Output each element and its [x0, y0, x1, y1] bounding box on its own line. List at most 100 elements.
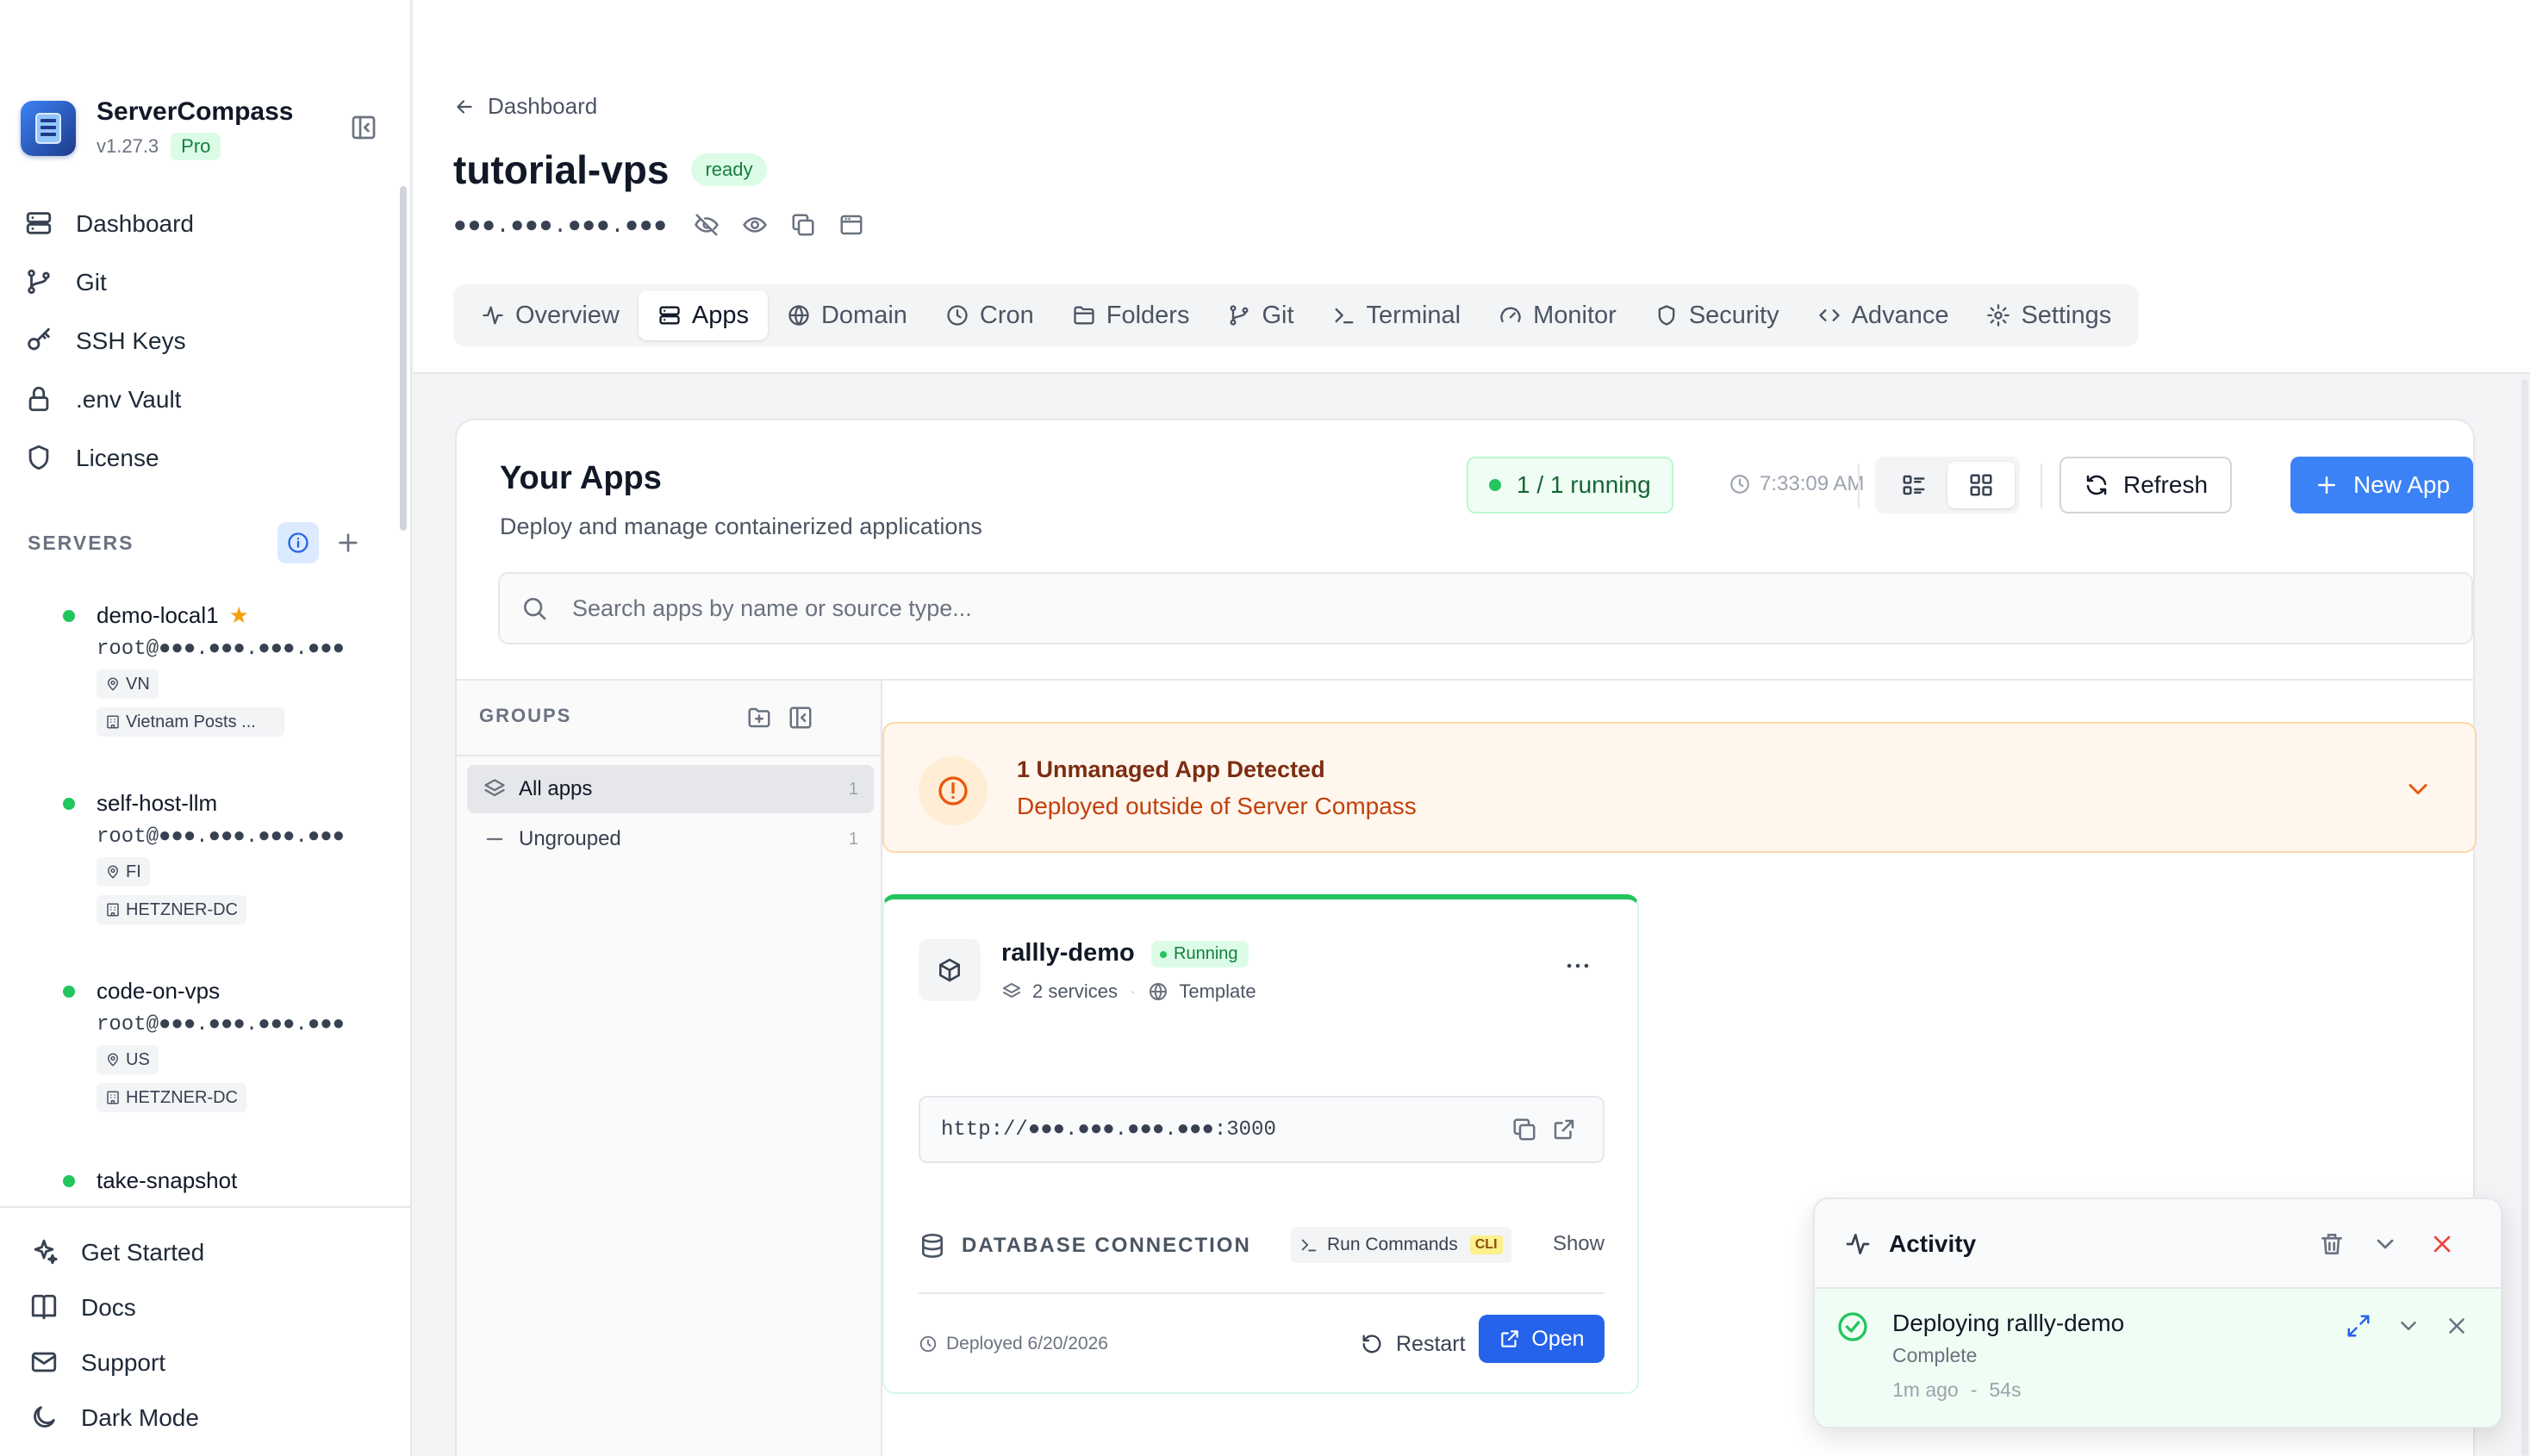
provider-chip: Vietnam Posts ...: [97, 707, 284, 737]
server-item-self-host-llm[interactable]: self-host-llm root@●●●.●●●.●●●.●●● FI HE…: [63, 787, 376, 924]
trash-icon[interactable]: [2318, 1230, 2346, 1258]
nav-item-license[interactable]: License: [24, 429, 194, 488]
tab-git[interactable]: Git: [1208, 290, 1312, 340]
server-item-demo-local1[interactable]: demo-local1 ★ root@●●●.●●●.●●●.●●● VN Vie…: [63, 600, 376, 737]
nav-item-get-started[interactable]: Get Started: [0, 1225, 412, 1280]
server-item-take-snapshot[interactable]: take-snapshot: [63, 1165, 376, 1196]
expand-icon[interactable]: [2346, 1313, 2371, 1339]
brand-name: ServerCompass: [97, 97, 294, 126]
shield-icon: [1654, 303, 1679, 327]
divider: [2041, 464, 2042, 508]
star-icon[interactable]: ★: [229, 602, 249, 629]
search-input[interactable]: [572, 594, 2296, 622]
tab-monitor[interactable]: Monitor: [1480, 290, 1636, 340]
activity-icon: [481, 303, 505, 327]
info-icon[interactable]: [277, 522, 319, 563]
chevron-down-icon[interactable]: [2402, 774, 2433, 805]
building-icon: [105, 902, 121, 918]
app-meta: 2 services · Template: [1001, 980, 1256, 1003]
eye-off-icon[interactable]: [694, 212, 721, 240]
layers-icon: [483, 777, 507, 801]
sidebar-scrollbar[interactable]: [400, 186, 407, 531]
nav-item-docs[interactable]: Docs: [0, 1280, 412, 1335]
external-link-icon[interactable]: [1551, 1117, 1577, 1142]
show-button[interactable]: Show: [1553, 1232, 1605, 1256]
copy-icon[interactable]: [1511, 1117, 1537, 1142]
tab-apps[interactable]: Apps: [638, 290, 768, 340]
tab-overview[interactable]: Overview: [462, 290, 639, 340]
sidebar: ServerCompass v1.27.3 Pro Dashboard Git …: [0, 0, 412, 1456]
nav-label: Git: [76, 269, 107, 296]
new-app-button[interactable]: New App: [2290, 457, 2473, 513]
nav-item-support[interactable]: Support: [0, 1335, 412, 1391]
app-url[interactable]: http://●●●.●●●.●●●.●●●:3000: [941, 1118, 1276, 1142]
last-refresh: 7:33:09 AM: [1729, 472, 1864, 496]
moon-icon: [29, 1403, 60, 1434]
nav-label: Docs: [81, 1294, 136, 1321]
activity-header: Activity: [1815, 1199, 2501, 1289]
unmanaged-app-alert[interactable]: 1 Unmanaged App Detected Deployed outsid…: [882, 722, 2477, 853]
terminal-icon: [1299, 1235, 1318, 1254]
add-server-icon[interactable]: [334, 529, 362, 557]
app-version: v1.27.3: [97, 135, 159, 157]
nav-item-env-vault[interactable]: .env Vault: [24, 370, 194, 429]
group-item-ungrouped[interactable]: Ungrouped 1: [467, 815, 874, 863]
status-badge: ready: [691, 153, 767, 186]
gauge-icon: [1499, 303, 1523, 327]
main-scrollbar[interactable]: [2521, 379, 2528, 1456]
nav-item-ssh-keys[interactable]: SSH Keys: [24, 312, 194, 370]
services-count: 2 services: [1032, 980, 1119, 1002]
list-view-icon[interactable]: [1880, 462, 1947, 508]
clock-icon: [945, 303, 969, 327]
brand: ServerCompass v1.27.3 Pro: [21, 96, 293, 160]
tab-domain[interactable]: Domain: [768, 290, 926, 340]
restart-button[interactable]: Restart: [1360, 1325, 1466, 1363]
nav-item-git[interactable]: Git: [24, 253, 194, 312]
browser-window-icon[interactable]: [838, 212, 866, 240]
group-count: 1: [848, 779, 858, 799]
close-icon[interactable]: [2444, 1313, 2470, 1339]
tab-settings[interactable]: Settings: [1967, 290, 2130, 340]
nav-item-dark-mode[interactable]: Dark Mode: [0, 1391, 412, 1446]
globe-icon: [787, 303, 811, 327]
server-name: code-on-vps: [97, 977, 221, 1004]
run-commands-button[interactable]: Run Commands CLI: [1291, 1227, 1511, 1263]
server-header: Dashboard tutorial-vps ready ●●●.●●●.●●●…: [414, 0, 2530, 374]
app-name[interactable]: rallly-demo: [1001, 939, 1135, 968]
group-item-all-apps[interactable]: All apps 1: [467, 765, 874, 813]
server-host: root@●●●.●●●.●●●.●●●: [97, 1013, 346, 1036]
open-button[interactable]: Open: [1479, 1315, 1605, 1363]
servers-header: SERVERS: [28, 522, 372, 563]
eye-icon[interactable]: [742, 212, 770, 240]
tab-folders[interactable]: Folders: [1053, 290, 1209, 340]
server-tabs: Overview Apps Domain Cron Folders Git Te…: [453, 284, 2140, 346]
tab-advance[interactable]: Advance: [1798, 290, 1968, 340]
chevron-down-icon[interactable]: [2396, 1313, 2421, 1339]
status-dot: [1489, 479, 1501, 491]
breadcrumb[interactable]: Dashboard: [453, 93, 597, 120]
app-logo: [21, 101, 76, 156]
grid-view-icon[interactable]: [1947, 462, 2015, 508]
chevron-down-icon[interactable]: [2371, 1230, 2399, 1258]
more-options-icon[interactable]: [1563, 951, 1592, 980]
refresh-button[interactable]: Refresh: [2060, 457, 2232, 513]
tab-cron[interactable]: Cron: [926, 290, 1053, 340]
nav-item-dashboard[interactable]: Dashboard: [24, 195, 194, 253]
sidebar-collapse-icon[interactable]: [350, 114, 377, 141]
region-chip: FI: [97, 857, 150, 887]
close-icon[interactable]: [2428, 1230, 2456, 1258]
copy-icon[interactable]: [790, 212, 818, 240]
terminal-icon: [1332, 303, 1356, 327]
search-bar: [498, 572, 2473, 644]
panel-collapse-icon[interactable]: [788, 705, 813, 731]
servers-title: SERVERS: [28, 531, 134, 554]
server-ip: ●●●.●●●.●●●.●●●: [453, 213, 669, 239]
activity-status: Complete: [1892, 1344, 1978, 1366]
folder-plus-icon[interactable]: [746, 705, 772, 731]
activity-title: Activity: [1889, 1230, 1977, 1257]
tab-terminal[interactable]: Terminal: [1313, 290, 1480, 340]
tab-security[interactable]: Security: [1636, 290, 1798, 340]
server-item-code-on-vps[interactable]: code-on-vps root@●●●.●●●.●●●.●●● US HETZ…: [63, 975, 376, 1112]
nav-label: Support: [81, 1349, 166, 1376]
activity-name: Deploying rallly-demo: [1892, 1310, 2125, 1336]
